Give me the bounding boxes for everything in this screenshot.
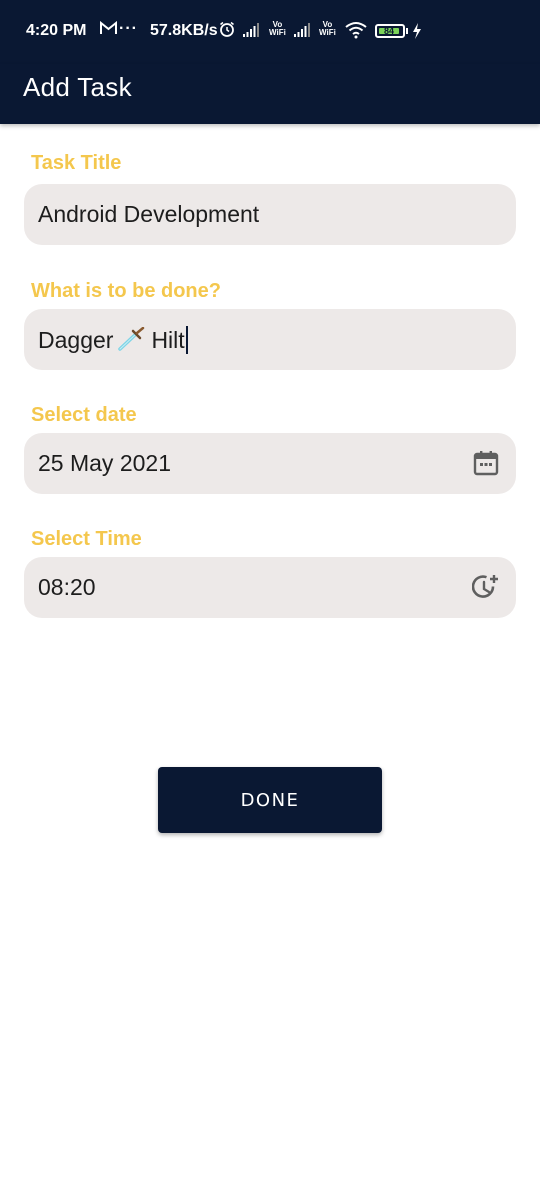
time-label: Select Time bbox=[31, 528, 142, 550]
description-text-end: Hilt bbox=[151, 327, 185, 353]
time-value: 08:20 bbox=[38, 574, 96, 600]
calendar-icon[interactable] bbox=[472, 449, 500, 477]
alarm-icon bbox=[219, 21, 235, 37]
app-bar: Add Task bbox=[0, 64, 540, 124]
description-text-start: Dagger bbox=[38, 327, 114, 353]
add-alarm-icon[interactable] bbox=[471, 573, 500, 601]
date-field[interactable]: 25 May 2021 bbox=[24, 433, 516, 494]
task-title-field[interactable]: Android Development bbox=[24, 184, 516, 245]
description-value: Dagger Hilt bbox=[38, 326, 188, 354]
signal-icon bbox=[243, 23, 263, 37]
description-field[interactable]: Dagger Hilt bbox=[24, 309, 516, 370]
battery-icon: 84 bbox=[375, 24, 405, 38]
more-notifications-icon: ··· bbox=[119, 20, 138, 37]
text-cursor bbox=[185, 326, 188, 354]
signal-icon bbox=[294, 23, 314, 37]
page-title: Add Task bbox=[23, 72, 132, 102]
bolt-icon bbox=[412, 23, 422, 39]
time-field[interactable]: 08:20 bbox=[24, 557, 516, 618]
battery-level: 84 bbox=[379, 27, 399, 36]
dagger-emoji-icon bbox=[117, 326, 147, 351]
date-value: 25 May 2021 bbox=[38, 450, 171, 476]
vowifi-icon: Vo WiFi bbox=[319, 20, 336, 37]
task-title-value: Android Development bbox=[38, 201, 260, 227]
wifi-icon bbox=[345, 21, 367, 39]
status-bar: 4:20 PM ··· 57.8KB/s Vo WiFi Vo WiFi 84 bbox=[0, 0, 540, 64]
description-label: What is to be done? bbox=[31, 280, 221, 302]
date-label: Select date bbox=[31, 404, 137, 426]
battery-cap bbox=[406, 28, 408, 34]
status-time: 4:20 PM bbox=[26, 22, 87, 39]
vowifi-icon: Vo WiFi bbox=[269, 20, 286, 37]
done-button[interactable]: DONE bbox=[158, 767, 382, 833]
task-title-label: Task Title bbox=[31, 152, 122, 174]
gmail-icon bbox=[100, 20, 117, 40]
network-speed: 57.8KB/s bbox=[150, 22, 218, 39]
